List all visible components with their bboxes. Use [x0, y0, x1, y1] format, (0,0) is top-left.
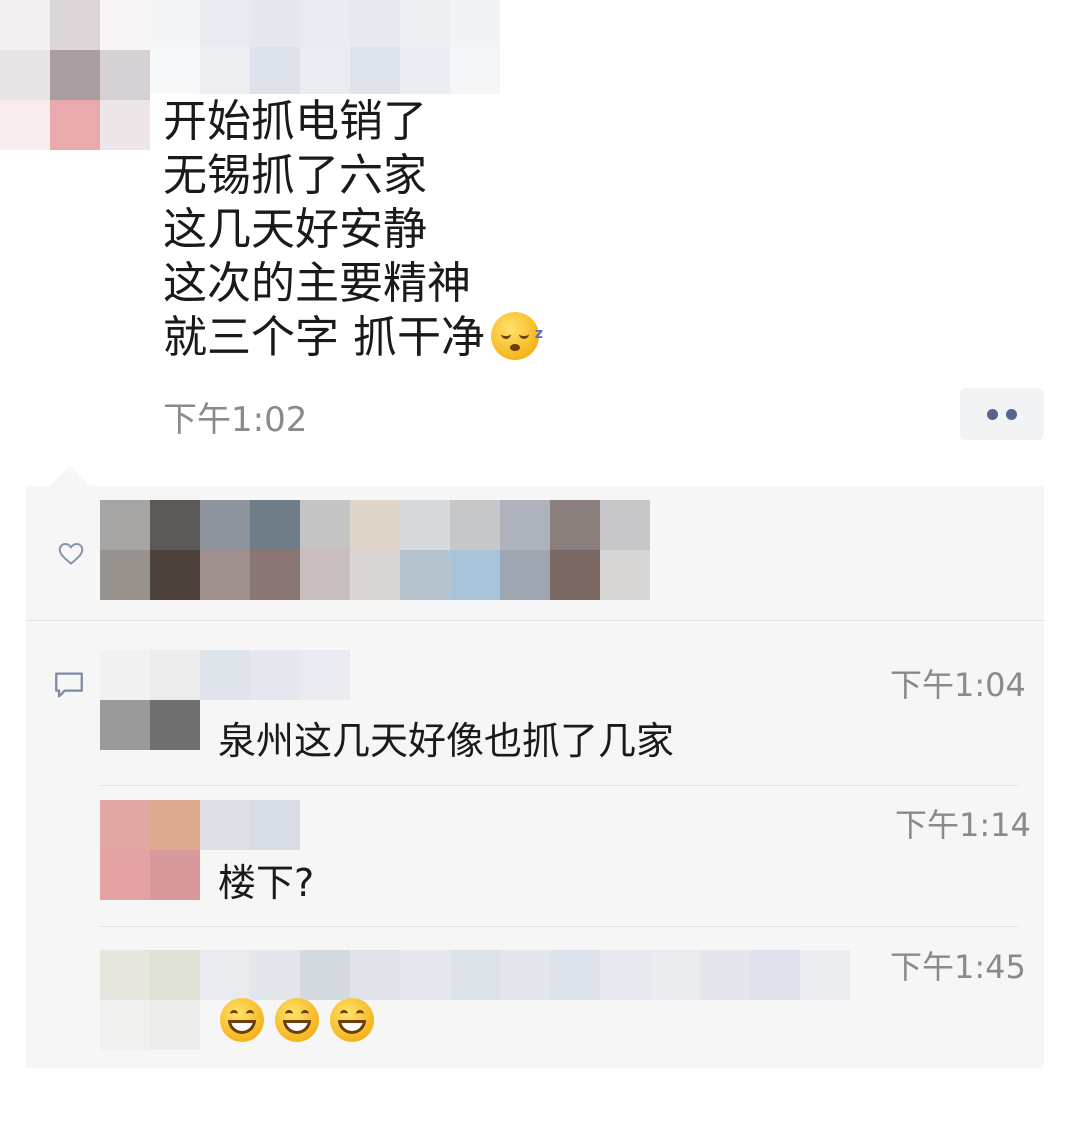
comment-text[interactable]: 楼下?	[218, 852, 314, 907]
post-text-line-1: 开始抓电销了	[163, 96, 427, 147]
post-text-line-2: 无锡抓了六家	[163, 150, 427, 201]
sleeping-face-emoji-icon: z	[491, 312, 543, 360]
commenter-name-blurred-text[interactable]	[200, 950, 850, 1000]
grinning-face-emoji-icon	[275, 998, 319, 1042]
likers-list[interactable]	[100, 500, 650, 600]
poster-avatar[interactable]	[0, 0, 150, 150]
grinning-face-emoji-icon	[330, 998, 374, 1042]
post-text-line-3: 这几天好安静	[163, 204, 427, 255]
more-dots-icon-dot	[1006, 409, 1017, 420]
comment-timestamp: 下午1:14	[895, 806, 1031, 844]
commenter-name[interactable]	[200, 800, 300, 850]
comment-bubble-icon	[55, 672, 83, 698]
post-text-line-5-row: 就三个字 抓干净 z	[163, 310, 543, 366]
more-actions-button[interactable]	[960, 388, 1044, 440]
post-text-line-5: 就三个字 抓干净	[163, 312, 485, 363]
commenter-name[interactable]	[200, 650, 350, 700]
heart-outline-icon	[58, 542, 84, 565]
comment-text[interactable]: 泉州这几天好像也抓了几家	[218, 710, 674, 765]
comment-timestamp: 下午1:45	[890, 948, 1026, 986]
moments-feed-post: 开始抓电销了 无锡抓了六家 这几天好安静 这次的主要精神 就三个字 抓干净 z 下…	[0, 0, 1080, 1140]
comment-timestamp: 下午1:04	[890, 666, 1026, 704]
comment-divider	[100, 785, 1018, 786]
likes-divider	[26, 620, 1044, 621]
post-text-line-4: 这次的主要精神	[163, 258, 471, 309]
poster-name[interactable]	[150, 0, 500, 95]
comment-divider	[100, 926, 1018, 927]
more-dots-icon	[987, 409, 998, 420]
commenter-avatar[interactable]	[100, 650, 200, 750]
commenter-avatar[interactable]	[100, 950, 200, 1050]
post-timestamp: 下午1:02	[163, 400, 308, 440]
grinning-face-emoji-icon	[220, 998, 264, 1042]
commenter-avatar[interactable]	[100, 800, 200, 900]
panel-pointer	[50, 466, 90, 486]
